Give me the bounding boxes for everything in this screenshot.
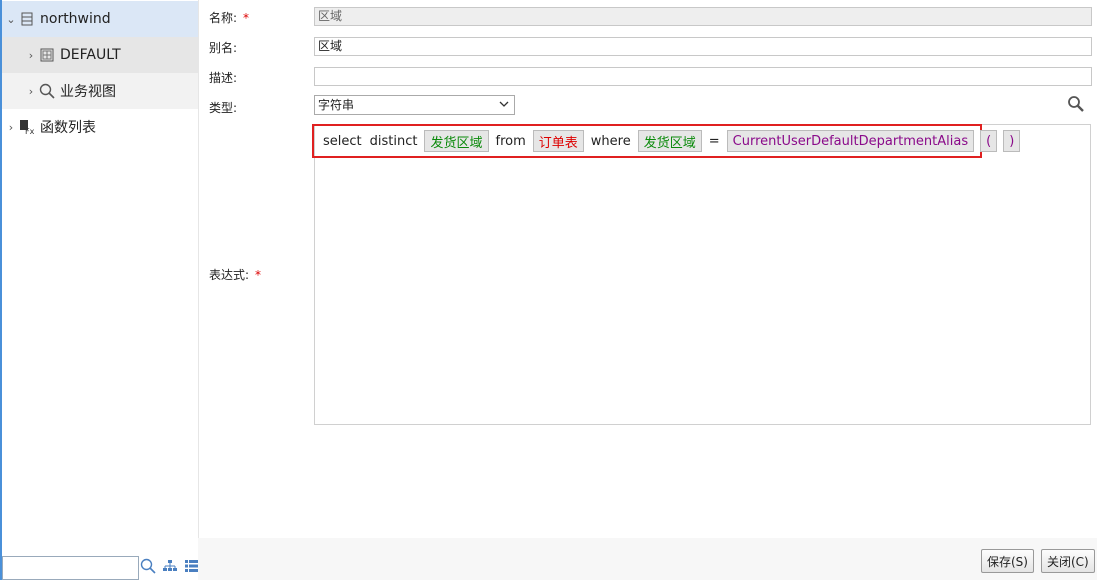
chevron-right-icon[interactable]: ›: [24, 85, 38, 98]
svg-text:Fx: Fx: [25, 127, 35, 135]
paren-token[interactable]: ): [1003, 130, 1021, 152]
save-button[interactable]: 保存(S): [981, 549, 1034, 573]
search-icon: [38, 82, 56, 100]
tree-search-input[interactable]: [2, 556, 139, 580]
tree-item-label: 函数列表: [40, 120, 96, 136]
type-label: 类型:: [209, 101, 238, 115]
sql-keyword[interactable]: select: [319, 134, 366, 149]
sql-keyword[interactable]: from: [492, 134, 530, 149]
property-form: 名称: * 区域 别名: 区域 描述: 类型: 字符串 表达式: * select …: [198, 0, 1097, 538]
tree-item-function-list[interactable]: › Fx 函数列表: [2, 109, 198, 145]
name-label: 名称: *: [209, 11, 250, 25]
expression-line: select distinct 发货区域 from 订单表 where 发货区域…: [319, 128, 1023, 154]
chevron-down-icon: [498, 98, 510, 113]
tree-item-label: northwind: [40, 11, 111, 27]
required-mark: *: [255, 268, 262, 282]
database-icon: [18, 10, 36, 28]
search-icon[interactable]: [140, 558, 156, 577]
schema-icon: [38, 46, 56, 64]
tree-item-default[interactable]: › DEFAULT: [2, 37, 198, 73]
description-label: 描述:: [209, 71, 238, 85]
expression-editor[interactable]: select distinct 发货区域 from 订单表 where 发货区域…: [312, 124, 1091, 425]
tree-item-label: 业务视图: [60, 84, 116, 100]
name-field: 区域: [314, 7, 1092, 26]
close-button[interactable]: 关闭(C): [1041, 549, 1095, 573]
description-field[interactable]: [314, 67, 1092, 86]
expression-label: 表达式: *: [209, 268, 262, 282]
sql-keyword[interactable]: where: [587, 134, 635, 149]
tree-item-label: DEFAULT: [60, 47, 121, 63]
paren-token[interactable]: (: [980, 130, 998, 152]
field-token[interactable]: 发货区域: [424, 130, 489, 152]
zoom-icon[interactable]: [1067, 95, 1087, 115]
tree-item-northwind[interactable]: ⌄ northwind: [2, 1, 198, 37]
hierarchy-icon[interactable]: [162, 559, 178, 576]
sql-operator[interactable]: =: [705, 134, 724, 149]
chevron-right-icon[interactable]: ›: [4, 121, 18, 134]
chevron-down-icon[interactable]: ⌄: [4, 13, 18, 26]
tree-item-business-view[interactable]: › 业务视图: [2, 73, 198, 109]
resource-tree-panel: ⌄ northwind › DEFAULT › 业务视图 › Fx 函数列表: [0, 0, 200, 580]
sql-keyword[interactable]: distinct: [366, 134, 422, 149]
type-select-value: 字符串: [318, 98, 355, 112]
type-select[interactable]: 字符串: [314, 95, 515, 115]
field-token[interactable]: 发货区域: [637, 130, 702, 152]
alias-label: 别名:: [209, 41, 238, 55]
alias-field[interactable]: 区域: [314, 37, 1092, 56]
table-token[interactable]: 订单表: [532, 130, 584, 152]
required-mark: *: [243, 11, 250, 25]
chevron-right-icon[interactable]: ›: [24, 49, 38, 62]
function-token[interactable]: CurrentUserDefaultDepartmentAlias: [726, 130, 975, 152]
tree-toolbar: [140, 558, 200, 577]
function-icon: Fx: [18, 118, 36, 136]
property-panel: 名称: * 区域 别名: 区域 描述: 类型: 字符串 表达式: * select …: [198, 0, 1097, 580]
